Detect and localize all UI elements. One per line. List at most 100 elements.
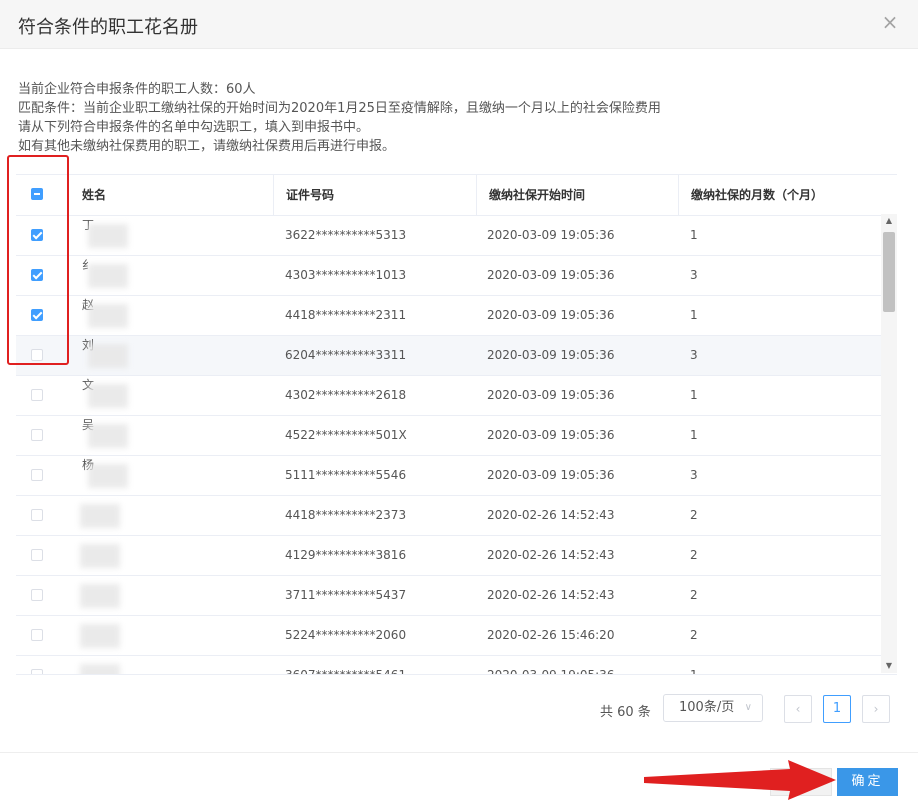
insurance-start-time: 2020-02-26 14:52:43 [487,548,615,562]
name-redaction-blur [80,624,120,648]
row-checkbox[interactable] [31,549,43,561]
row-checkbox[interactable] [31,389,43,401]
table-row[interactable]: 4418**********2373 2020-02-26 14:52:43 2 [16,496,881,536]
page-size-select[interactable]: 100条/页 ∨ [663,694,763,722]
insurance-months: 2 [690,548,698,562]
table-scrollbar[interactable]: ▲ ▼ [881,214,897,673]
row-checkbox-cell [16,456,68,495]
insurance-months: 2 [690,508,698,522]
insurance-start-time: 2020-03-09 19:05:36 [487,268,615,282]
insurance-start-time: 2020-03-09 19:05:36 [475,656,614,674]
insurance-months: 3 [690,468,698,482]
table-row[interactable]: 吴4522**********501X2020-03-09 19:05:361 [16,416,881,456]
dialog-title: 符合条件的职工花名册 [18,17,198,38]
insurance-months: 3 [690,268,698,282]
employee-id-number: 4418**********2373 [285,508,407,522]
insurance-start-time: 2020-02-26 14:52:43 [487,588,615,602]
row-checkbox[interactable] [31,509,43,521]
name-redaction-blur [88,424,128,448]
prev-page-button[interactable]: ‹ [784,695,812,723]
checkbox-highlight-annotation [7,155,69,365]
name-redaction-blur [88,224,128,248]
table-row[interactable]: 丁3622**********53132020-03-09 19:05:361 [16,216,881,256]
row-checkbox[interactable] [31,629,43,641]
info-note: 如有其他未缴纳社保费用的职工，请缴纳社保费用后再进行申报。 [18,139,396,154]
name-redaction-blur [88,344,128,368]
row-checkbox[interactable] [31,469,43,481]
employee-id-number: 5224**********2060 [285,628,407,642]
employee-id-number: 4522**********501X [285,428,407,442]
insurance-months: 1 [690,308,698,322]
employee-id-number: 4418**********2311 [285,308,407,322]
insurance-months: 3 [690,348,698,362]
row-checkbox-cell [16,496,68,535]
table-row[interactable]: 4129**********3816 2020-02-26 14:52:43 2 [16,536,881,576]
insurance-start-time: 2020-03-09 19:05:36 [487,428,615,442]
row-checkbox-cell [16,576,68,615]
eligibility-info: 当前企业符合申报条件的职工人数：60人 匹配条件：当前企业职工缴纳社保的开始时间… [18,80,661,156]
row-checkbox[interactable] [31,429,43,441]
page-number-button[interactable]: 1 [823,695,851,723]
table-row[interactable]: 纟4303**********10132020-03-09 19:05:363 [16,256,881,296]
row-checkbox-cell [16,376,68,415]
red-arrow-annotation [644,760,836,800]
table-row[interactable]: 文4302**********26182020-03-09 19:05:361 [16,376,881,416]
table-row[interactable]: 杨5111**********55462020-03-09 19:05:363 [16,456,881,496]
info-match-condition: 匹配条件：当前企业职工缴纳社保的开始时间为2020年1月25日至疫情解除，且缴纳… [18,101,661,116]
page-size-value: 100条/页 [679,700,735,715]
insurance-start-time: 2020-03-09 19:05:36 [487,348,615,362]
dialog-header: 符合条件的职工花名册 × [0,0,918,49]
row-checkbox-cell [16,416,68,455]
employee-id-number: 3607**********5461 [273,656,406,674]
row-checkbox[interactable] [31,669,43,674]
roster-dialog: 符合条件的职工花名册 × 当前企业符合申报条件的职工人数：60人 匹配条件：当前… [0,0,918,809]
insurance-months: 1 [690,228,698,242]
scroll-down-icon[interactable]: ▼ [881,659,897,673]
table-row[interactable]: 5224**********2060 2020-02-26 15:46:20 2 [16,616,881,656]
name-redaction-blur [80,504,120,528]
insurance-start-time: 2020-02-26 14:52:43 [487,508,615,522]
insurance-months: 2 [690,628,698,642]
employee-id-number: 3622**********5313 [285,228,407,242]
column-header-start-time[interactable]: 缴纳社保开始时间 [476,175,678,215]
insurance-months: 1 [690,388,698,402]
column-header-id[interactable]: 证件号码 [273,175,476,215]
employee-id-number: 4129**********3816 [285,548,407,562]
table-row[interactable]: 赵4418**********23112020-03-09 19:05:361 [16,296,881,336]
table-row[interactable]: 刘6204**********33112020-03-09 19:05:363 [16,336,881,376]
table-row[interactable]: 3607**********5461 2020-03-09 19:05:36 1 [16,656,881,674]
name-redaction-blur [88,304,128,328]
insurance-start-time: 2020-03-09 19:05:36 [487,228,615,242]
close-icon[interactable]: × [880,12,900,32]
name-redaction-blur [88,384,128,408]
confirm-button[interactable]: 确定 [837,768,898,796]
column-header-name[interactable]: 姓名 [70,175,274,215]
name-redaction-blur [80,584,120,608]
row-checkbox[interactable] [31,589,43,601]
info-instruction: 请从下列符合申报条件的名单中勾选职工，填入到申报书中。 [18,120,370,135]
employee-id-number: 4303**********1013 [285,268,407,282]
table-body: 丁3622**********53132020-03-09 19:05:361纟… [16,216,881,674]
insurance-months: 1 [690,428,698,442]
insurance-start-time: 2020-03-09 19:05:36 [487,468,615,482]
pagination-total: 共 60 条 [600,705,651,720]
name-redaction-blur [88,264,128,288]
scrollbar-thumb[interactable] [883,232,895,312]
next-page-button[interactable]: › [862,695,890,723]
employee-id-number: 5111**********5546 [285,468,407,482]
employee-id-number: 6204**********3311 [285,348,407,362]
scroll-up-icon[interactable]: ▲ [881,214,897,228]
row-checkbox-cell [16,536,68,575]
name-redaction-blur [80,544,120,568]
insurance-start-time: 2020-03-09 19:05:36 [487,388,615,402]
table-row[interactable]: 3711**********5437 2020-02-26 14:52:43 2 [16,576,881,616]
employee-table: 姓名 证件号码 缴纳社保开始时间 缴纳社保的月数（个月） 丁3622******… [16,174,897,675]
insurance-start-time: 2020-02-26 15:46:20 [487,628,615,642]
name-redaction-blur [80,664,120,674]
column-header-months[interactable]: 缴纳社保的月数（个月） [678,175,881,215]
row-checkbox-cell [16,656,68,674]
table-header: 姓名 证件号码 缴纳社保开始时间 缴纳社保的月数（个月） [16,175,897,216]
employee-id-number: 4302**********2618 [285,388,407,402]
insurance-months: 1 [678,656,698,674]
insurance-months: 2 [690,588,698,602]
